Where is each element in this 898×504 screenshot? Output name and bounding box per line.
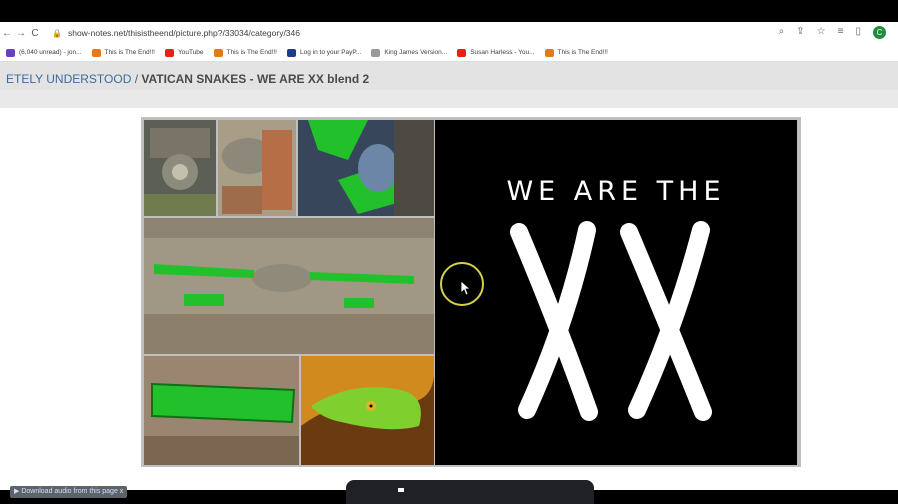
bookmark-item[interactable]: Susan Harless - You... [457, 48, 535, 57]
bookmark-item[interactable]: This is The End!!! [544, 48, 608, 57]
bookmark-favicon-icon [457, 48, 467, 57]
reading-list-icon[interactable]: ≡ [838, 26, 844, 39]
bookmark-item[interactable]: Log in to your PayP... [287, 48, 362, 57]
xx-logo [510, 221, 712, 421]
address-bar: ← → C 🔒 show-notes.net/thisistheend/pict… [0, 22, 898, 44]
bookmark-item[interactable]: This is The End!!! [213, 48, 277, 57]
search-icon[interactable]: ⌕ [779, 26, 785, 39]
dome-aerial-tile [144, 120, 216, 216]
we-are-the-text: WE ARE THE [506, 176, 726, 207]
download-audio-bar[interactable]: ▶ Download audio from this page x [10, 486, 128, 498]
snake-tile [301, 356, 434, 465]
bookmark-item[interactable]: This is The End!!! [91, 48, 155, 57]
bookmark-label: King James Version... [384, 49, 448, 56]
bookmark-label: This is The End!!! [104, 49, 155, 56]
bookmark-label: Susan Harless - You... [470, 49, 535, 56]
bookmark-favicon-icon [6, 48, 15, 57]
xx-logo-panel: WE ARE THE XX [435, 120, 797, 465]
back-icon[interactable]: ← [0, 28, 14, 39]
st-peters-square-tile [144, 218, 434, 354]
gray-band [0, 90, 898, 108]
square-aerial-tile [218, 120, 296, 216]
star-icon[interactable]: ☆ [817, 26, 826, 39]
breadcrumb-separator: / [131, 72, 142, 86]
green-hall-tile [144, 356, 299, 465]
toolbar-icons: ⌕ ⇪ ☆ ≡ ▯ C [779, 26, 886, 39]
top-black-bar [0, 0, 898, 22]
reload-icon[interactable]: C [28, 28, 42, 39]
video-control-dock [346, 480, 594, 504]
bookmark-favicon-icon [287, 48, 296, 57]
bookmark-label: This is The End!!! [226, 49, 277, 56]
bookmark-item[interactable]: YouTube [164, 48, 204, 57]
download-audio-close[interactable]: x [120, 488, 124, 495]
page-title: VATICAN SNAKES - WE ARE XX blend 2 [141, 72, 370, 86]
share-icon[interactable]: ⇪ [796, 26, 804, 39]
vatican-collage [144, 120, 434, 465]
download-audio-label[interactable]: ▶ Download audio from this page [14, 488, 118, 495]
mouse-pointer-icon [460, 280, 472, 296]
green-dome-tile [298, 120, 434, 216]
bookmark-item[interactable]: King James Version... [371, 48, 448, 57]
forward-icon[interactable]: → [14, 28, 28, 39]
bookmark-favicon-icon [164, 48, 174, 57]
profile-avatar[interactable]: C [873, 26, 886, 39]
bookmark-label: This is The End!!! [557, 49, 608, 56]
bookmark-favicon-icon [371, 48, 381, 57]
dock-indicator[interactable] [398, 488, 404, 492]
bookmark-favicon-icon [213, 48, 223, 57]
breadcrumb-link[interactable]: ETELY UNDERSTOOD [6, 72, 131, 86]
sidepanel-icon[interactable]: ▯ [855, 26, 861, 39]
bookmark-label: Log in to your PayP... [300, 49, 362, 56]
screen: ← → C 🔒 show-notes.net/thisistheend/pict… [0, 0, 898, 504]
lock-icon[interactable]: 🔒 [52, 29, 62, 38]
page-header: ETELY UNDERSTOOD / VATICAN SNAKES - WE A… [0, 62, 898, 90]
bookmark-label: YouTube [177, 49, 204, 56]
bookmark-item[interactable]: (6,040 unread) - jon... [6, 48, 82, 57]
url-field[interactable]: show-notes.net/thisistheend/picture.php?… [68, 28, 300, 38]
bookmarks-bar: (6,040 unread) - jon... This is The End!!… [0, 44, 898, 62]
bookmark-label: (6,040 unread) - jon... [19, 49, 82, 56]
bookmark-favicon-icon [544, 48, 554, 57]
bookmark-favicon-icon [91, 48, 101, 57]
